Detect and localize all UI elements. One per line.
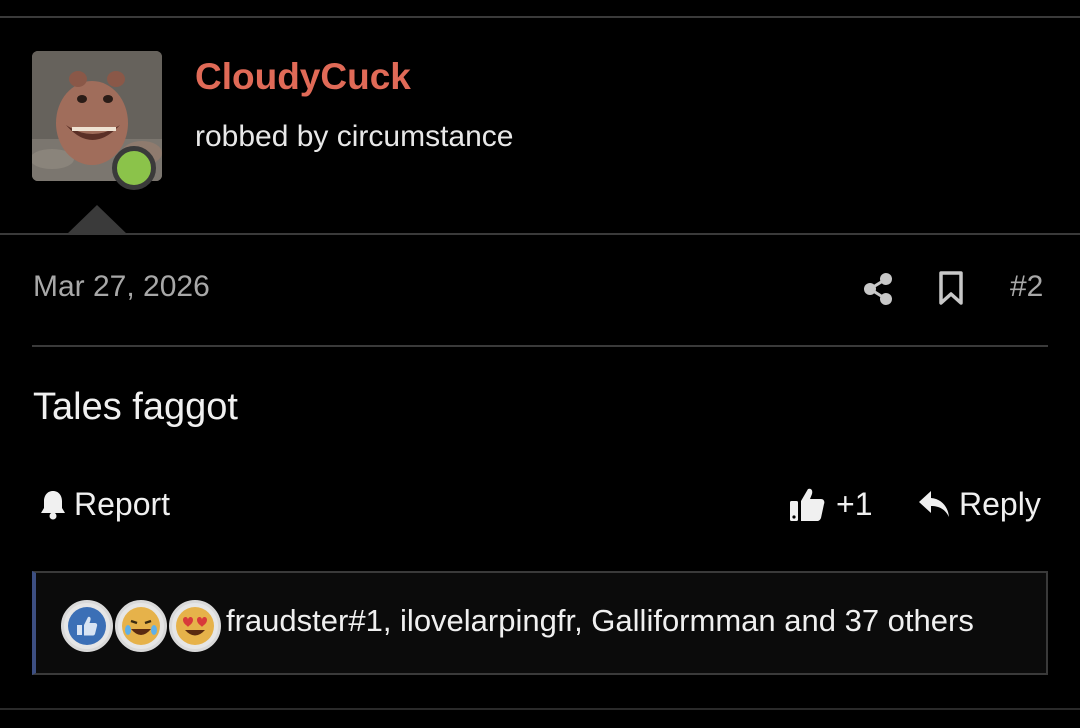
report-label: Report [74, 485, 171, 522]
reply-icon [919, 491, 949, 517]
post-body: Tales faggot [33, 386, 238, 428]
online-status-indicator [112, 146, 156, 190]
bottom-divider [0, 708, 1080, 710]
bell-icon [41, 491, 65, 520]
reaction-summary-link[interactable]: fraudster#1, ilovelarpingfr, Galliformma… [226, 603, 974, 639]
reactions-bar[interactable]: fraudster#1, ilovelarpingfr, Galliformma… [32, 571, 1048, 675]
meta-divider [32, 345, 1048, 347]
thumbs-up-icon [790, 488, 825, 521]
user-title: robbed by circumstance [195, 120, 514, 153]
bookmark-icon[interactable] [937, 270, 965, 306]
username-link[interactable]: CloudyCuck [195, 56, 411, 98]
reply-button[interactable]: Reply [917, 484, 1041, 524]
share-icon[interactable] [862, 272, 894, 306]
post-date[interactable]: Mar 27, 2026 [33, 270, 210, 304]
laugh-cry-reaction-icon [115, 600, 167, 652]
like-count: +1 [836, 485, 873, 522]
message-pointer [66, 205, 128, 235]
reply-label: Reply [959, 485, 1041, 522]
top-divider [0, 16, 1080, 18]
love-eyes-reaction-icon [169, 600, 221, 652]
like-reaction-icon [61, 600, 113, 652]
post-number-link[interactable]: #2 [1010, 270, 1043, 304]
header-divider [0, 233, 1080, 235]
like-button[interactable]: +1 [788, 484, 872, 524]
report-button[interactable]: Report [38, 484, 170, 524]
